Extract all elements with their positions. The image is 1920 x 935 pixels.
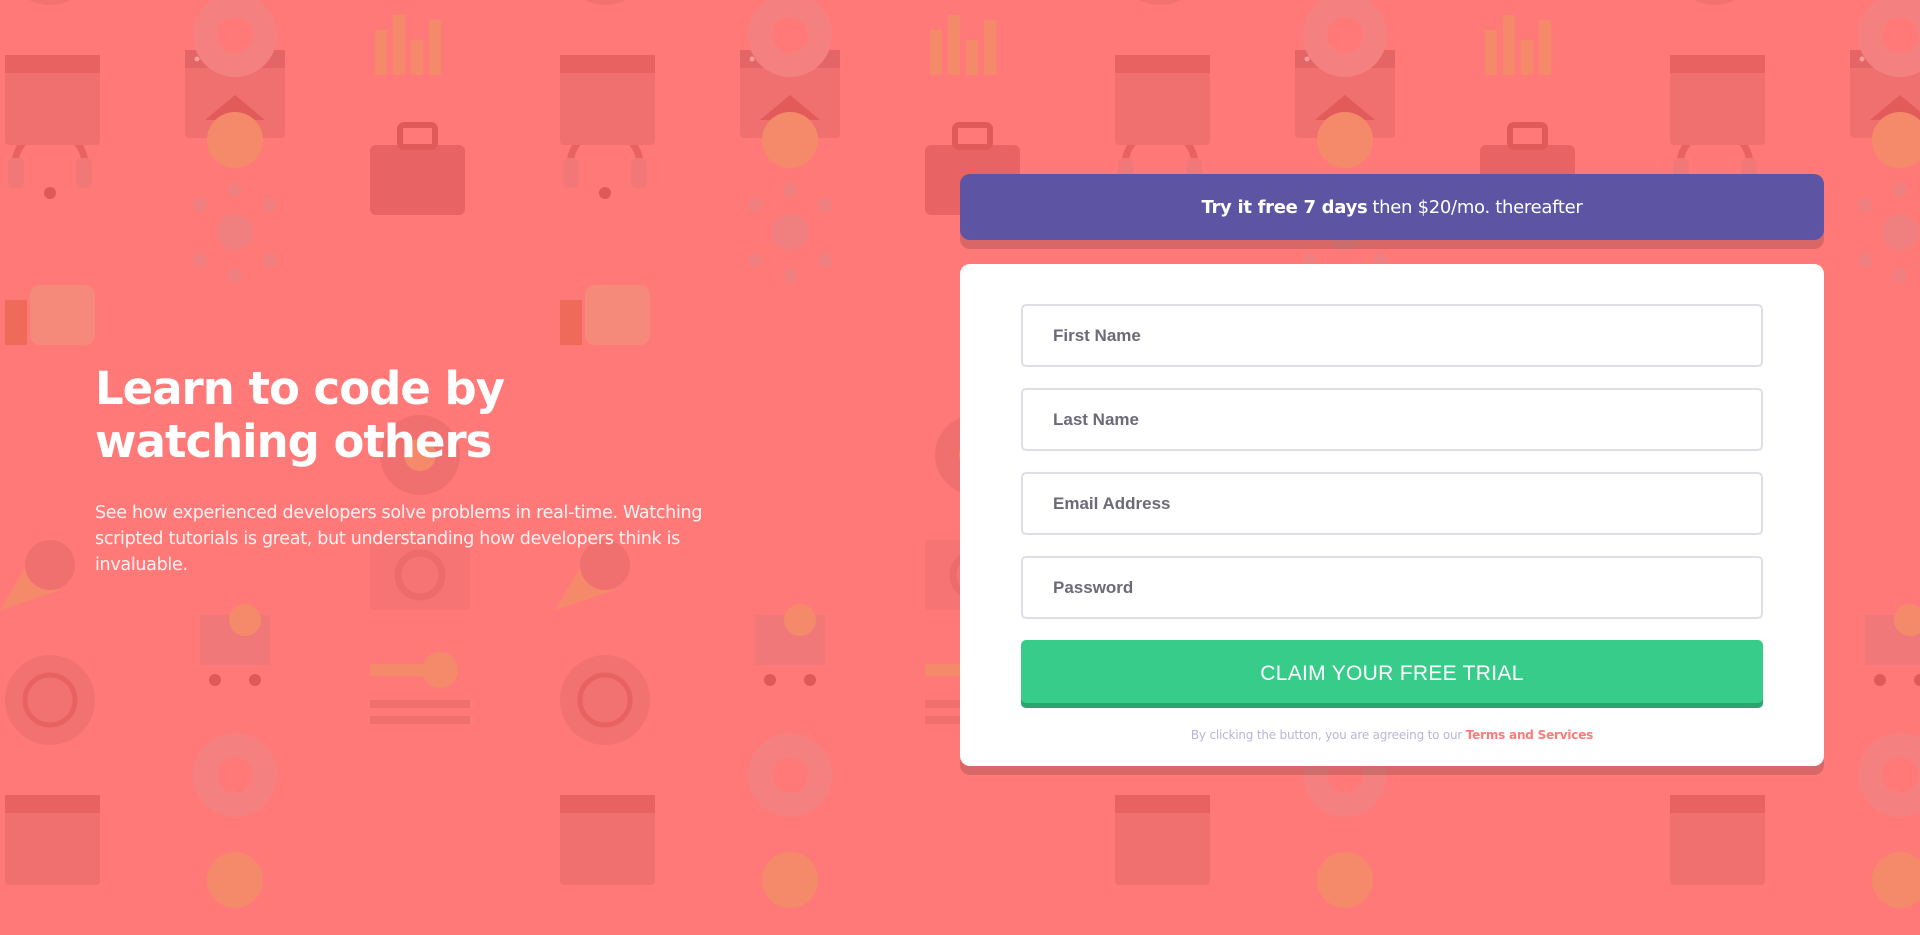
last-name-input[interactable]	[1023, 390, 1761, 449]
email-field	[1021, 472, 1763, 535]
hero-title: Learn to code by watching others	[95, 362, 505, 468]
password-field	[1021, 556, 1763, 619]
hero-section: Learn to code by watching others See how…	[95, 362, 735, 578]
hero-description: See how experienced developers solve pro…	[95, 503, 703, 575]
first-name-input[interactable]	[1023, 306, 1761, 365]
password-input[interactable]	[1023, 558, 1761, 617]
trial-banner: Try it free 7 days then $20/mo. thereaft…	[960, 174, 1824, 240]
signup-form: CLAIM YOUR FREE TRIAL By clicking the bu…	[960, 264, 1824, 766]
first-name-field	[1021, 304, 1763, 367]
terms-notice: By clicking the button, you are agreeing…	[960, 728, 1824, 742]
claim-trial-button[interactable]: CLAIM YOUR FREE TRIAL	[1021, 640, 1763, 708]
email-input[interactable]	[1023, 474, 1761, 533]
last-name-field	[1021, 388, 1763, 451]
terms-link[interactable]: Terms and Services	[1466, 728, 1594, 742]
banner-rest-text: then $20/mo. thereafter	[1372, 196, 1583, 218]
terms-prefix: By clicking the button, you are agreeing…	[1190, 728, 1463, 742]
banner-bold-text: Try it free 7 days	[1201, 196, 1368, 218]
